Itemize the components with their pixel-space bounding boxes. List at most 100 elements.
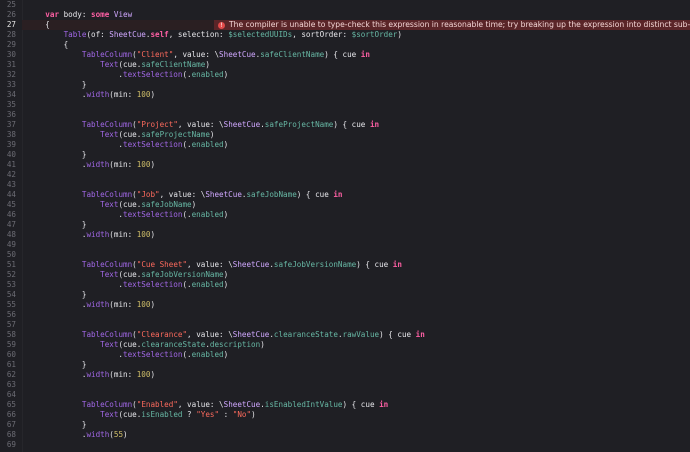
code-line[interactable]: 47 } bbox=[0, 220, 690, 230]
code-token: in bbox=[415, 330, 425, 339]
code-token: isEnabledIntValue bbox=[264, 400, 343, 409]
code-line[interactable]: 57 bbox=[0, 320, 690, 330]
error-message: The compiler is unable to type-check thi… bbox=[229, 20, 690, 29]
code-line[interactable]: 46 .textSelection(.enabled) bbox=[0, 210, 690, 220]
line-number: 49 bbox=[6, 240, 16, 249]
code-token: , value: \ bbox=[173, 50, 220, 59]
code-token: "Project" bbox=[136, 120, 178, 129]
code-text: .width(min: 100) bbox=[27, 230, 155, 240]
code-line[interactable]: 44 TableColumn("Job", value: \SheetCue.s… bbox=[0, 190, 690, 200]
code-line[interactable]: 40 } bbox=[0, 150, 690, 160]
code-token: safeProjectName bbox=[264, 120, 334, 129]
code-text: .textSelection(.enabled) bbox=[27, 70, 228, 80]
code-line[interactable]: 26 var body: some View bbox=[0, 10, 690, 20]
code-line[interactable]: 32 .textSelection(.enabled) bbox=[0, 70, 690, 80]
code-line[interactable]: 61 } bbox=[0, 360, 690, 370]
code-line[interactable]: 28 Table(of: SheetCue.self, selection: $… bbox=[0, 30, 690, 40]
code-token: Text bbox=[100, 270, 119, 279]
code-token: (min: bbox=[109, 160, 137, 169]
code-line[interactable]: 50 bbox=[0, 250, 690, 260]
code-token: (. bbox=[182, 350, 192, 359]
code-token: ) bbox=[150, 160, 156, 169]
code-line[interactable]: 41 .width(min: 100) bbox=[0, 160, 690, 170]
code-text: TableColumn("Enabled", value: \SheetCue.… bbox=[27, 400, 388, 410]
code-token: TableColumn bbox=[81, 50, 133, 59]
line-number: 64 bbox=[6, 390, 16, 399]
code-token: SheetCue bbox=[232, 260, 270, 269]
line-number: 30 bbox=[6, 50, 16, 59]
line-number: 44 bbox=[6, 190, 16, 199]
code-line[interactable]: 53 .textSelection(.enabled) bbox=[0, 280, 690, 290]
code-text: .width(55) bbox=[27, 430, 128, 440]
code-line[interactable]: 65 TableColumn("Enabled", value: \SheetC… bbox=[0, 400, 690, 410]
code-line[interactable]: 66 Text(cue.isEnabled ? "Yes" : "No") bbox=[0, 410, 690, 420]
code-token: SheetCue bbox=[232, 330, 270, 339]
code-line[interactable]: 37 TableColumn("Project", value: \SheetC… bbox=[0, 120, 690, 130]
code-token: } bbox=[27, 290, 87, 299]
line-number: 52 bbox=[6, 270, 16, 279]
code-line[interactable]: 68 .width(55) bbox=[0, 430, 690, 440]
code-line[interactable]: 63 bbox=[0, 380, 690, 390]
code-token: ) bbox=[223, 210, 229, 219]
code-line[interactable]: 49 bbox=[0, 240, 690, 250]
code-token: { bbox=[27, 40, 69, 49]
line-number: 51 bbox=[6, 260, 16, 269]
code-token: ) bbox=[223, 270, 229, 279]
code-token: width bbox=[86, 370, 110, 379]
code-token: enabled bbox=[191, 210, 224, 219]
code-token: , selection: bbox=[168, 30, 229, 39]
code-token: . bbox=[27, 140, 124, 149]
line-number: 57 bbox=[6, 320, 16, 329]
code-line[interactable]: 33 } bbox=[0, 80, 690, 90]
code-line[interactable]: 58 TableColumn("Clearance", value: \Shee… bbox=[0, 330, 690, 340]
code-line[interactable]: 62 .width(min: 100) bbox=[0, 370, 690, 380]
code-token: width bbox=[86, 300, 110, 309]
code-line[interactable]: 25 bbox=[0, 0, 690, 10]
code-line[interactable]: 51 TableColumn("Cue Sheet", value: \Shee… bbox=[0, 260, 690, 270]
line-number: 39 bbox=[6, 140, 16, 149]
code-line[interactable]: 60 .textSelection(.enabled) bbox=[0, 350, 690, 360]
code-line[interactable]: 55 .width(min: 100) bbox=[0, 300, 690, 310]
code-text: .width(min: 100) bbox=[27, 90, 155, 100]
code-line[interactable]: 54 } bbox=[0, 290, 690, 300]
code-token: ) bbox=[223, 70, 229, 79]
code-token: . bbox=[27, 430, 87, 439]
line-number: 66 bbox=[6, 410, 16, 419]
code-line[interactable]: 30 TableColumn("Client", value: \SheetCu… bbox=[0, 50, 690, 60]
code-editor[interactable]: 25 26 var body: some View 27 {28 Table(of:… bbox=[0, 0, 690, 452]
code-line[interactable]: 39 .textSelection(.enabled) bbox=[0, 140, 690, 150]
code-line[interactable]: 38 Text(cue.safeProjectName) bbox=[0, 130, 690, 140]
code-line[interactable]: 64 bbox=[0, 390, 690, 400]
code-line[interactable]: 35 bbox=[0, 100, 690, 110]
error-annotation[interactable]: ! The compiler is unable to type-check th… bbox=[214, 20, 690, 30]
code-line[interactable]: 69 bbox=[0, 440, 690, 450]
code-token: safeProjectName bbox=[141, 130, 210, 139]
code-line[interactable]: 45 Text(cue.safeJobName) bbox=[0, 200, 690, 210]
code-line[interactable]: 56 bbox=[0, 310, 690, 320]
code-line[interactable]: 42 bbox=[0, 170, 690, 180]
code-token: 55 bbox=[113, 430, 124, 439]
code-line[interactable]: 36 bbox=[0, 110, 690, 120]
code-line[interactable]: 29 { bbox=[0, 40, 690, 50]
code-line[interactable]: 31 Text(cue.safeClientName) bbox=[0, 60, 690, 70]
line-number: 36 bbox=[6, 110, 16, 119]
code-line[interactable]: 67 } bbox=[0, 420, 690, 430]
code-line[interactable]: 52 Text(cue.safeJobVersionName) bbox=[0, 270, 690, 280]
code-line[interactable]: 48 .width(min: 100) bbox=[0, 230, 690, 240]
code-line[interactable]: 34 .width(min: 100) bbox=[0, 90, 690, 100]
code-token: textSelection bbox=[123, 70, 183, 79]
code-token: { bbox=[27, 20, 50, 29]
code-line[interactable]: 43 bbox=[0, 180, 690, 190]
code-text: TableColumn("Job", value: \SheetCue.safe… bbox=[27, 190, 343, 200]
code-line[interactable]: 59 Text(cue.clearanceState.description) bbox=[0, 340, 690, 350]
code-text: Text(cue.safeJobVersionName) bbox=[27, 270, 228, 280]
code-token: } bbox=[27, 360, 87, 369]
code-token: var bbox=[45, 10, 60, 19]
